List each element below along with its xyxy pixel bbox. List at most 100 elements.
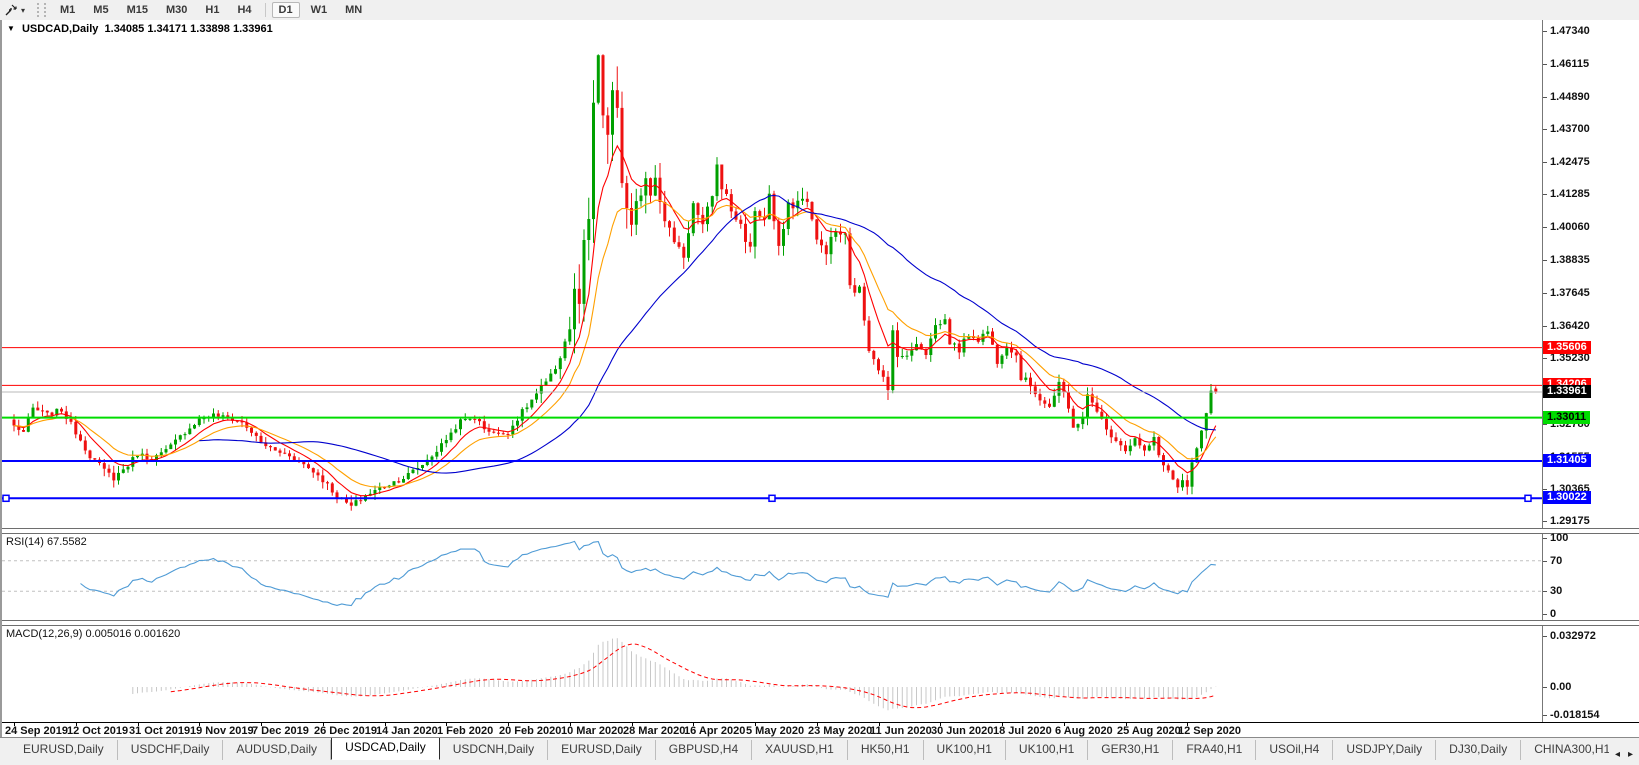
y-axis-tick: 1.46115 <box>1543 58 1589 70</box>
chart-title: USDCAD,Daily <box>21 23 99 35</box>
y-axis-tick: 1.44890 <box>1543 91 1590 103</box>
tab-eurusd-daily[interactable]: EURUSD,Daily <box>10 740 118 760</box>
x-axis-label: 26 Dec 2019 <box>314 725 377 737</box>
timeframe-button-group: M1 M5 M15 M30 H1 H4 D1 W1 MN <box>51 2 371 18</box>
y-axis-tick: 1.47340 <box>1543 25 1590 37</box>
tab-dj30-daily[interactable]: DJ30,Daily <box>1436 740 1522 760</box>
tab-usdcad-daily[interactable]: USDCAD,Daily <box>331 738 440 760</box>
symbol-dropdown-icon[interactable]: ▼ <box>7 24 15 33</box>
y-axis-tick: 1.43700 <box>1543 123 1590 135</box>
price-chart-svg <box>2 54 1542 511</box>
macd-scale[interactable]: 0.032972 0.00 -0.018154 <box>1543 626 1639 722</box>
y-axis-tick: 1.41285 <box>1543 188 1590 200</box>
current-price-badge: 1.33961 <box>1543 385 1591 398</box>
x-axis-label: 25 Aug 2020 <box>1117 725 1181 737</box>
tab-fra40-h1[interactable]: FRA40,H1 <box>1173 740 1257 760</box>
tab-uk100-h1[interactable]: UK100,H1 <box>924 740 1006 760</box>
status-strip <box>0 760 1639 765</box>
top-toolbar: ▾ M1 M5 M15 M30 H1 H4 D1 W1 MN <box>0 0 1639 21</box>
timeframe-button-m30[interactable]: M30 <box>159 2 194 18</box>
macd-label: MACD(12,26,9) 0.005016 0.001620 <box>6 628 181 640</box>
macd-chart-svg <box>132 638 1217 711</box>
tab-usoil-h4[interactable]: USOil,H4 <box>1256 740 1334 760</box>
tab-xauusd-h1[interactable]: XAUUSD,H1 <box>752 740 848 760</box>
tab-usdchf-daily[interactable]: USDCHF,Daily <box>118 740 224 760</box>
timeframe-button-m15[interactable]: M15 <box>120 2 155 18</box>
x-axis-label: 5 May 2020 <box>746 725 805 737</box>
tab-ger30-h1[interactable]: GER30,H1 <box>1088 740 1174 760</box>
y-axis-tick: 1.40060 <box>1543 221 1590 233</box>
x-axis-label: 30 Jun 2020 <box>931 725 994 737</box>
toolbar-grip-handle[interactable] <box>37 3 47 17</box>
x-axis-label: 6 Aug 2020 <box>1055 725 1113 737</box>
tab-scroll-left-icon[interactable]: ◂ <box>1615 749 1620 760</box>
y-axis-tick: 1.42475 <box>1543 156 1590 168</box>
chart-tab-bar: EURUSD,Daily USDCHF,Daily AUDUSD,Daily USDC… <box>0 737 1639 760</box>
price-line-badge: 1.30022 <box>1543 491 1591 504</box>
line-drag-handle[interactable] <box>768 494 776 503</box>
tab-china300-h1[interactable]: CHINA300,H1 <box>1521 740 1609 760</box>
ma-slow-line <box>199 194 1216 474</box>
rsi-scale[interactable]: 100 70 30 0 <box>1543 532 1639 620</box>
tab-usdcnh-daily[interactable]: USDCNH,Daily <box>440 740 549 760</box>
tab-scroll-right-icon[interactable]: ▸ <box>1628 749 1633 760</box>
macd-axis-tick: 0.00 <box>1543 681 1571 693</box>
y-axis-tick: 1.29175 <box>1543 515 1590 527</box>
tab-eurusd-daily[interactable]: EURUSD,Daily <box>548 740 656 760</box>
price-scale[interactable]: 1.47340 1.46115 1.44890 1.43700 1.42475 1.412… <box>1543 20 1639 528</box>
x-axis-label: 12 Sep 2020 <box>1178 725 1241 737</box>
x-axis-label: 10 Mar 2020 <box>561 725 624 737</box>
timeframe-button-w1[interactable]: W1 <box>304 2 335 18</box>
macd-signal-line <box>170 643 1216 709</box>
x-axis-label: 14 Jan 2020 <box>376 725 438 737</box>
chart-window: ▼ USDCAD,Daily 1.34085 1.34171 1.33898 1… <box>0 20 1639 740</box>
y-axis-tick: 1.38835 <box>1543 254 1590 266</box>
macd-plot-area[interactable] <box>2 626 1543 722</box>
timeframe-button-m1[interactable]: M1 <box>53 2 82 18</box>
timeframe-button-h1[interactable]: H1 <box>198 2 226 18</box>
rsi-plot-area[interactable] <box>2 534 1543 620</box>
rsi-axis-tick: 0 <box>1543 608 1556 620</box>
x-axis-label: 24 Sep 2019 <box>5 725 68 737</box>
price-line-badge: 1.31405 <box>1543 454 1591 467</box>
tab-gbpusd-h4[interactable]: GBPUSD,H4 <box>656 740 753 760</box>
tab-audusd-daily[interactable]: AUDUSD,Daily <box>223 740 332 760</box>
timeframe-button-mn[interactable]: MN <box>338 2 369 18</box>
rsi-label: RSI(14) 67.5582 <box>6 536 87 548</box>
chart-ohlc-values: 1.34085 1.34171 1.33898 1.33961 <box>104 23 273 35</box>
timeframe-button-h4[interactable]: H4 <box>230 2 258 18</box>
price-panel: ▼ USDCAD,Daily 1.34085 1.34171 1.33898 1… <box>2 20 1639 528</box>
tab-hk50-h1[interactable]: HK50,H1 <box>848 740 924 760</box>
x-axis-label: 12 Oct 2019 <box>67 725 129 737</box>
tab-uk100-h1[interactable]: UK100,H1 <box>1006 740 1089 760</box>
x-axis-label: 16 Apr 2020 <box>684 725 746 737</box>
macd-panel: MACD(12,26,9) 0.005016 0.001620 0.032972… <box>2 626 1639 722</box>
x-axis-label: 18 Jul 2020 <box>993 725 1052 737</box>
x-axis-label: 28 Mar 2020 <box>623 725 686 737</box>
chart-title-row: ▼ USDCAD,Daily 1.34085 1.34171 1.33898 1… <box>7 23 273 35</box>
tab-usdjpy-daily[interactable]: USDJPY,Daily <box>1333 740 1437 760</box>
rsi-axis-tick: 100 <box>1543 532 1568 544</box>
line-drag-handle[interactable] <box>1524 494 1532 503</box>
x-axis-label: 11 Jun 2020 <box>870 725 932 737</box>
x-axis-label: 23 May 2020 <box>808 725 873 737</box>
rsi-axis-tick: 30 <box>1543 585 1562 597</box>
ma-mid-line <box>13 199 1217 488</box>
timeframe-button-m5[interactable]: M5 <box>86 2 115 18</box>
toolbar-separator <box>264 3 266 17</box>
rsi-panel: RSI(14) 67.5582 100 70 30 0 <box>2 532 1639 620</box>
rsi-axis-tick: 70 <box>1543 555 1562 567</box>
timeframe-button-d1[interactable]: D1 <box>271 2 300 18</box>
crosshair-icon <box>5 4 17 16</box>
macd-axis-tick: 0.032972 <box>1543 630 1596 642</box>
crosshair-tool-button[interactable]: ▾ <box>0 1 29 19</box>
x-axis-label: 19 Nov 2019 <box>190 725 254 737</box>
macd-axis-tick: -0.018154 <box>1543 709 1600 721</box>
chart-tabs: EURUSD,Daily USDCHF,Daily AUDUSD,Daily USDC… <box>0 738 1609 760</box>
line-drag-handle[interactable] <box>2 494 10 503</box>
price-plot-area[interactable] <box>2 20 1543 528</box>
y-axis-tick: 1.36420 <box>1543 320 1590 332</box>
tab-scroll-controls: ◂ ▸ <box>1609 749 1639 760</box>
x-axis-label: 31 Oct 2019 <box>129 725 191 737</box>
rsi-line <box>80 540 1216 607</box>
